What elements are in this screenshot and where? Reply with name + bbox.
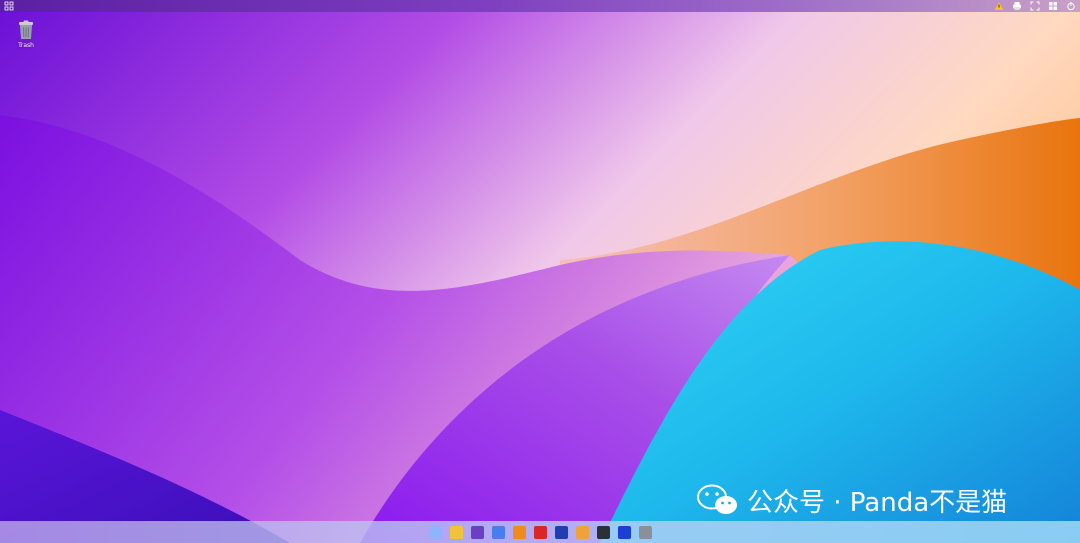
file-manager-icon[interactable]: [449, 525, 463, 539]
printer-icon[interactable]: [1012, 1, 1022, 11]
watermark-text: 公众号 · Panda不是猫: [747, 487, 1008, 518]
font-viewer-icon[interactable]: [470, 525, 484, 539]
system-tray: [994, 1, 1076, 11]
audio-recorder-icon[interactable]: [575, 525, 589, 539]
top-panel: [0, 0, 1080, 12]
code-editor-icon[interactable]: [533, 525, 547, 539]
watermark: 公众号 · Panda不是猫: [697, 480, 1007, 520]
dock-app-list: [428, 525, 652, 539]
brush-icon[interactable]: [512, 525, 526, 539]
wechat-icon: [697, 484, 737, 514]
trash-icon[interactable]: [638, 525, 652, 539]
power-icon[interactable]: [1066, 1, 1076, 11]
app-launcher-icon[interactable]: [4, 1, 14, 11]
fullscreen-icon[interactable]: [1030, 1, 1040, 11]
color-palette-icon[interactable]: [491, 525, 505, 539]
dock: [0, 521, 1080, 543]
terminal-icon[interactable]: [596, 525, 610, 539]
trash-icon: [19, 20, 33, 39]
desktop-icon-label: Trash: [18, 42, 34, 49]
desktop-icon-trash[interactable]: Trash: [10, 20, 42, 49]
grid-icon[interactable]: [1048, 1, 1058, 11]
app-grid-icon[interactable]: [428, 525, 442, 539]
warning-icon[interactable]: [994, 1, 1004, 11]
desktop-wallpaper: [0, 0, 1080, 543]
network-icon[interactable]: [617, 525, 631, 539]
browser-icon[interactable]: [554, 525, 568, 539]
